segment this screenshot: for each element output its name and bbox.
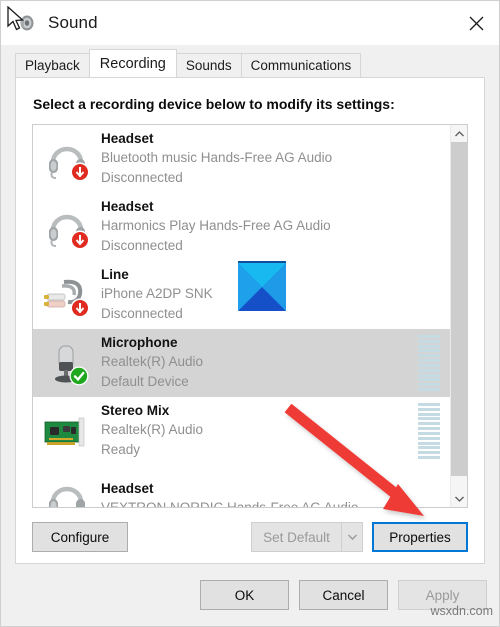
tab-recording[interactable]: Recording: [88, 49, 177, 77]
configure-button[interactable]: Configure: [32, 522, 128, 552]
device-info: Headset Harmonics Play Hands-Free AG Aud…: [101, 199, 418, 255]
configure-button-label: Configure: [50, 529, 110, 545]
watermark: wsxdn.com: [430, 604, 493, 618]
tab-communications[interactable]: Communications: [240, 53, 362, 77]
device-name: Microphone: [101, 335, 178, 350]
table-row[interactable]: Headset Harmonics Play Hands-Free AG Aud…: [33, 193, 450, 261]
device-status: Disconnected: [101, 238, 183, 253]
speaker-icon: [14, 11, 38, 35]
recording-tab-panel: Select a recording device below to modif…: [15, 77, 485, 564]
list-scrollbar[interactable]: [450, 125, 467, 507]
apply-button-label: Apply: [425, 587, 460, 603]
ok-button[interactable]: OK: [200, 580, 289, 610]
tab-strip: Playback Recording Sounds Communications: [15, 49, 499, 77]
device-name: Headset: [101, 481, 154, 496]
sound-dialog: Sound Playback Recording Sounds Communic…: [0, 0, 500, 627]
ok-button-label: OK: [234, 587, 255, 603]
scroll-down-icon[interactable]: [451, 490, 467, 507]
properties-button-label: Properties: [389, 529, 451, 545]
device-status: Default Device: [101, 374, 189, 389]
microphone-icon: [42, 338, 92, 388]
device-name: Stereo Mix: [101, 403, 170, 418]
volume-meter: [418, 199, 440, 255]
tab-communications-label: Communications: [250, 58, 352, 73]
tab-recording-label: Recording: [99, 55, 166, 72]
headset-icon: [42, 134, 92, 184]
device-action-buttons: Configure Set Default Properties: [32, 522, 468, 552]
window-title: Sound: [48, 13, 98, 32]
panel-instruction: Select a recording device below to modif…: [33, 96, 395, 112]
table-row[interactable]: Microphone Realtek(R) Audio Default Devi…: [33, 329, 450, 397]
rca-cable-icon: [42, 270, 92, 320]
device-info: Headset VEXTRON NORDIC Hands-Free AG Aud…: [101, 481, 418, 507]
scroll-up-icon[interactable]: [451, 125, 467, 142]
set-default-button-label: Set Default: [263, 529, 330, 545]
set-default-dropdown-button[interactable]: [341, 522, 363, 552]
broken-image-placeholder-icon: [238, 261, 286, 311]
device-info: Stereo Mix Realtek(R) Audio Ready: [101, 403, 418, 459]
device-status: Ready: [101, 442, 141, 457]
headset-icon: [42, 202, 92, 252]
volume-meter: [418, 335, 440, 391]
table-row[interactable]: Headset VEXTRON NORDIC Hands-Free AG Aud…: [33, 465, 450, 507]
device-description: Realtek(R) Audio: [101, 354, 204, 369]
device-description: Realtek(R) Audio: [101, 422, 204, 437]
device-list-container: Headset Bluetooth music Hands-Free AG Au…: [32, 124, 468, 508]
headset-icon: [42, 474, 92, 507]
properties-button[interactable]: Properties: [372, 522, 468, 552]
chevron-down-icon: [347, 534, 357, 540]
table-row[interactable]: Stereo Mix Realtek(R) Audio Ready: [33, 397, 450, 465]
device-info: Microphone Realtek(R) Audio Default Devi…: [101, 335, 418, 391]
sound-card-icon: [42, 406, 92, 456]
device-list[interactable]: Headset Bluetooth music Hands-Free AG Au…: [33, 125, 450, 507]
volume-meter: [418, 131, 440, 187]
title-bar: Sound: [1, 1, 499, 45]
device-name: Headset: [101, 199, 154, 214]
set-default-split-button[interactable]: Set Default: [251, 522, 363, 552]
device-description: Harmonics Play Hands-Free AG Audio: [101, 218, 331, 233]
set-default-button[interactable]: Set Default: [251, 522, 341, 552]
close-button[interactable]: [453, 1, 499, 45]
dialog-footer: OK Cancel Apply: [1, 564, 499, 626]
device-description: VEXTRON NORDIC Hands-Free AG Audio: [101, 498, 418, 507]
device-info: Headset Bluetooth music Hands-Free AG Au…: [101, 131, 418, 187]
tab-sounds[interactable]: Sounds: [175, 53, 242, 77]
cancel-button-label: Cancel: [322, 587, 365, 603]
volume-meter: [418, 471, 440, 507]
table-row[interactable]: Headset Bluetooth music Hands-Free AG Au…: [33, 125, 450, 193]
tab-playback-label: Playback: [25, 58, 80, 73]
tab-playback[interactable]: Playback: [15, 53, 90, 77]
scrollbar-thumb[interactable]: [451, 142, 467, 476]
device-description: Bluetooth music Hands-Free AG Audio: [101, 150, 333, 165]
cancel-button[interactable]: Cancel: [299, 580, 388, 610]
device-status: Disconnected: [101, 170, 183, 185]
volume-meter: [418, 403, 440, 459]
scrollbar-track[interactable]: [451, 142, 467, 490]
tab-sounds-label: Sounds: [185, 58, 232, 73]
device-name: Headset: [101, 131, 154, 146]
volume-meter: [418, 267, 440, 323]
